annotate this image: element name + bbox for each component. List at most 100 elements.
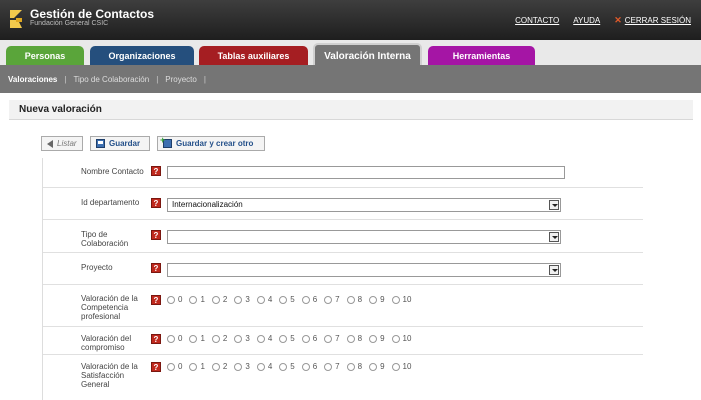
satisfaccion-option-1[interactable]: 1	[189, 362, 205, 371]
radio-button[interactable]	[324, 334, 333, 343]
competencia-option-6[interactable]: 6	[301, 295, 317, 304]
radio-button[interactable]	[279, 334, 288, 343]
radio-button[interactable]	[369, 334, 378, 343]
competencia-option-5[interactable]: 5	[279, 295, 295, 304]
help-icon[interactable]: ?	[151, 362, 161, 372]
radio-button[interactable]	[301, 362, 310, 371]
help-icon[interactable]: ?	[151, 263, 161, 273]
satisfaccion-option-2[interactable]: 2	[211, 362, 227, 371]
save-icon	[96, 139, 105, 148]
help-icon[interactable]: ?	[151, 230, 161, 240]
satisfaccion-option-9[interactable]: 9	[369, 362, 385, 371]
subnav-proyecto[interactable]: Proyecto	[165, 75, 197, 84]
compromiso-option-9[interactable]: 9	[369, 334, 385, 343]
contacto-link[interactable]: CONTACTO	[515, 16, 559, 25]
compromiso-option-1[interactable]: 1	[189, 334, 205, 343]
radio-button[interactable]	[324, 295, 333, 304]
radio-button[interactable]	[234, 362, 243, 371]
help-icon[interactable]: ?	[151, 334, 161, 344]
subnav-tipo-colaboracion[interactable]: Tipo de Colaboración	[73, 75, 149, 84]
compromiso-option-2[interactable]: 2	[211, 334, 227, 343]
competencia-option-4[interactable]: 4	[256, 295, 272, 304]
guardar-button[interactable]: Guardar	[90, 136, 150, 151]
radio-button[interactable]	[391, 334, 400, 343]
radio-button[interactable]	[189, 362, 198, 371]
radio-button[interactable]	[189, 334, 198, 343]
listar-button[interactable]: Listar	[41, 136, 83, 151]
departamento-select[interactable]: Internacionalización	[167, 198, 561, 212]
compromiso-option-0[interactable]: 0	[167, 334, 182, 343]
radio-button[interactable]	[301, 295, 310, 304]
radio-button[interactable]	[369, 295, 378, 304]
satisfaccion-option-5[interactable]: 5	[279, 362, 295, 371]
radio-button[interactable]	[256, 334, 265, 343]
radio-button[interactable]	[167, 295, 175, 304]
competencia-option-10[interactable]: 10	[391, 295, 411, 304]
tab-organizaciones[interactable]: Organizaciones	[90, 46, 194, 65]
radio-button[interactable]	[391, 362, 400, 371]
compromiso-option-5[interactable]: 5	[279, 334, 295, 343]
subnav-valoraciones[interactable]: Valoraciones	[8, 75, 57, 84]
radio-button[interactable]	[279, 295, 288, 304]
radio-button[interactable]	[346, 295, 355, 304]
compromiso-option-3[interactable]: 3	[234, 334, 250, 343]
competencia-option-8[interactable]: 8	[346, 295, 362, 304]
radio-button[interactable]	[346, 334, 355, 343]
top-links: CONTACTO AYUDA ✕ CERRAR SESIÓN	[515, 15, 691, 26]
subnav-separator: |	[64, 74, 67, 84]
radio-button[interactable]	[301, 334, 310, 343]
compromiso-option-6[interactable]: 6	[301, 334, 317, 343]
radio-label: 0	[178, 334, 183, 343]
help-icon[interactable]: ?	[151, 166, 161, 176]
competencia-option-2[interactable]: 2	[211, 295, 227, 304]
compromiso-option-7[interactable]: 7	[324, 334, 340, 343]
satisfaccion-radio-group: 0 1 2 3 4 5 6 7 8 9 10	[167, 362, 411, 371]
nombre-contacto-input[interactable]	[167, 166, 565, 179]
radio-button[interactable]	[279, 362, 288, 371]
radio-button[interactable]	[391, 295, 400, 304]
compromiso-option-10[interactable]: 10	[391, 334, 411, 343]
radio-button[interactable]	[211, 334, 220, 343]
compromiso-option-8[interactable]: 8	[346, 334, 362, 343]
cerrar-sesion-link[interactable]: CERRAR SESIÓN	[625, 16, 691, 25]
competencia-option-0[interactable]: 0	[167, 295, 182, 304]
radio-button[interactable]	[346, 362, 355, 371]
competencia-option-9[interactable]: 9	[369, 295, 385, 304]
satisfaccion-option-8[interactable]: 8	[346, 362, 362, 371]
satisfaccion-option-0[interactable]: 0	[167, 362, 182, 371]
radio-button[interactable]	[256, 362, 265, 371]
satisfaccion-option-3[interactable]: 3	[234, 362, 250, 371]
radio-button[interactable]	[234, 334, 243, 343]
proyecto-select[interactable]	[167, 263, 561, 277]
guardar-label: Guardar	[109, 139, 141, 148]
radio-button[interactable]	[211, 295, 220, 304]
tipo-colaboracion-select[interactable]	[167, 230, 561, 244]
ayuda-link[interactable]: AYUDA	[573, 16, 600, 25]
radio-label: 1	[200, 334, 205, 343]
radio-button[interactable]	[234, 295, 243, 304]
radio-button[interactable]	[167, 334, 175, 343]
radio-button[interactable]	[324, 362, 333, 371]
help-icon[interactable]: ?	[151, 295, 161, 305]
competencia-option-3[interactable]: 3	[234, 295, 250, 304]
competencia-option-1[interactable]: 1	[189, 295, 205, 304]
satisfaccion-option-7[interactable]: 7	[324, 362, 340, 371]
radio-button[interactable]	[369, 362, 378, 371]
competencia-option-7[interactable]: 7	[324, 295, 340, 304]
tab-herramientas[interactable]: Herramientas	[428, 46, 535, 65]
help-icon[interactable]: ?	[151, 198, 161, 208]
tab-personas[interactable]: Personas	[6, 46, 84, 65]
radio-button[interactable]	[211, 362, 220, 371]
radio-label: 0	[178, 295, 183, 304]
radio-button[interactable]	[167, 362, 175, 371]
tab-tablas-auxiliares[interactable]: Tablas auxiliares	[199, 46, 308, 65]
radio-button[interactable]	[256, 295, 265, 304]
satisfaccion-option-4[interactable]: 4	[256, 362, 272, 371]
guardar-crear-otro-button[interactable]: Guardar y crear otro	[157, 135, 265, 151]
satisfaccion-option-10[interactable]: 10	[391, 362, 411, 371]
radio-button[interactable]	[189, 295, 198, 304]
tab-valoracion-interna[interactable]: Valoración Interna	[313, 43, 422, 67]
satisfaccion-option-6[interactable]: 6	[301, 362, 317, 371]
compromiso-option-4[interactable]: 4	[256, 334, 272, 343]
cerrar-sesion[interactable]: ✕ CERRAR SESIÓN	[614, 15, 691, 26]
